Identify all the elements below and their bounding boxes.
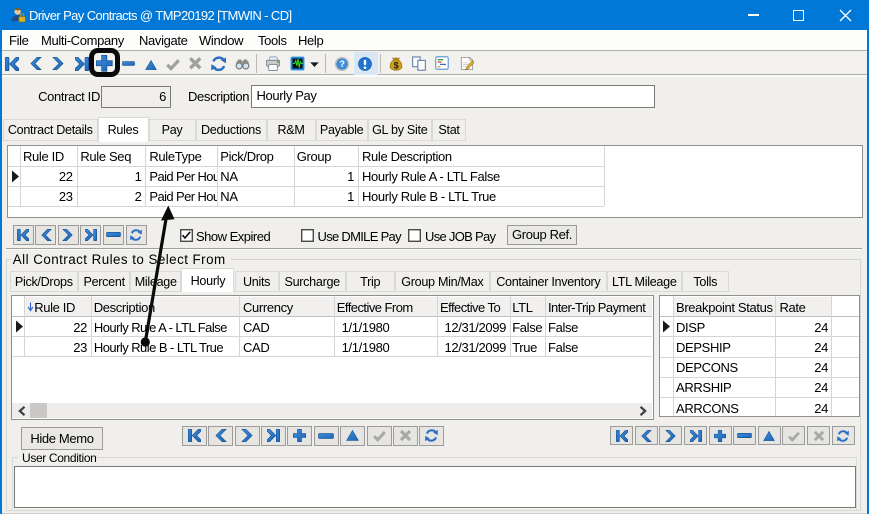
svg-text:$: $ [394,60,399,70]
svg-text:?: ? [339,59,345,69]
